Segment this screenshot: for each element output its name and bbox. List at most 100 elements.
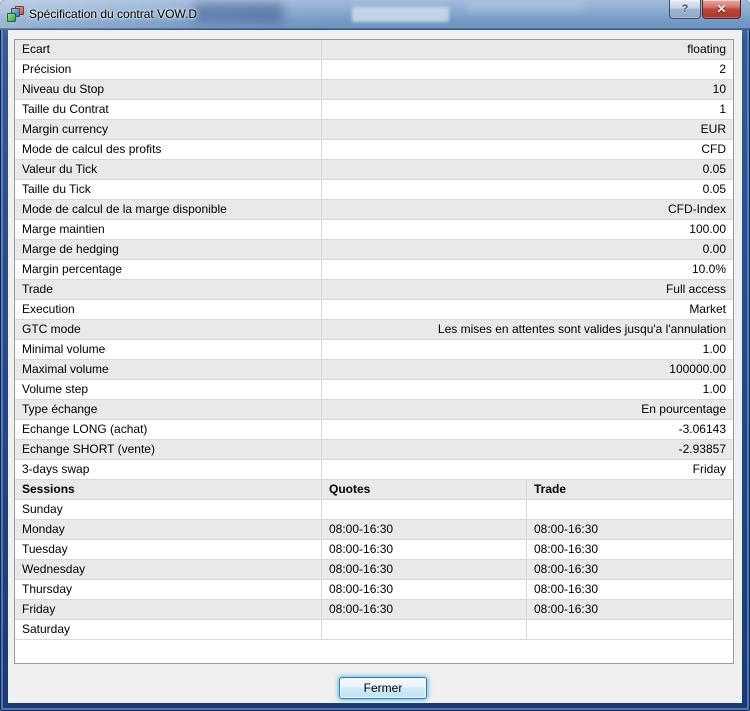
session-quotes: 08:00-16:30 [322, 520, 527, 539]
session-quotes: 08:00-16:30 [322, 600, 527, 619]
property-row: Margin percentage 10.0% [15, 260, 733, 280]
caption-buttons: ? ✕ [669, 0, 741, 20]
property-value: 0.05 [702, 182, 726, 196]
session-row: Monday 08:00-16:30 08:00-16:30 [15, 520, 733, 540]
property-label: Margin currency [15, 120, 322, 139]
property-row: Minimal volume 1.00 [15, 340, 733, 360]
property-label: Taille du Contrat [15, 100, 322, 119]
property-value: Market [689, 302, 726, 316]
property-value: -3.06143 [678, 422, 726, 436]
property-label: Margin percentage [15, 260, 322, 279]
property-label: Maximal volume [15, 360, 322, 379]
session-quotes [322, 500, 527, 519]
property-label: Type échange [15, 400, 322, 419]
titlebar[interactable]: Spécification du contrat VOW.D ? ✕ [0, 0, 750, 30]
session-day: Monday [15, 520, 322, 539]
window-title: Spécification du contrat VOW.D [29, 7, 198, 21]
property-label: Execution [15, 300, 322, 319]
property-label: Echange LONG (achat) [15, 420, 322, 439]
session-row: Wednesday 08:00-16:30 08:00-16:30 [15, 560, 733, 580]
property-label: Valeur du Tick [15, 160, 322, 179]
property-row: Taille du Tick 0.05 [15, 180, 733, 200]
session-trade: 08:00-16:30 [534, 602, 599, 616]
property-value: CFD-Index [667, 202, 726, 216]
property-value: 10 [712, 82, 726, 96]
session-day: Saturday [15, 620, 322, 639]
session-trade [527, 620, 733, 639]
property-row: Valeur du Tick 0.05 [15, 160, 733, 180]
property-row: Echange LONG (achat) -3.06143 [15, 420, 733, 440]
property-label: Echange SHORT (vente) [15, 440, 322, 459]
quotes-header: Quotes [322, 480, 527, 499]
session-day: Friday [15, 600, 322, 619]
property-row: Marge maintien 100.00 [15, 220, 733, 240]
property-label: Mode de calcul de la marge disponible [15, 200, 322, 219]
property-value: Les mises en attentes sont valides jusqu… [437, 322, 726, 336]
property-row: Echange SHORT (vente) -2.93857 [15, 440, 733, 460]
close-icon: ✕ [716, 2, 727, 16]
sessions-header-row: Sessions Quotes Trade [15, 480, 733, 500]
property-label: Ecart [15, 40, 322, 59]
property-value: CFD [701, 142, 726, 156]
property-row: Type échange En pourcentage [15, 400, 733, 420]
green-cube-icon [7, 13, 16, 22]
property-value: 0.05 [702, 162, 726, 176]
property-value: 100000.00 [669, 362, 726, 376]
help-button[interactable]: ? [669, 0, 701, 19]
property-value: Friday [692, 462, 726, 476]
session-quotes: 08:00-16:30 [322, 540, 527, 559]
property-value: 10.0% [691, 262, 726, 276]
property-label: Mode de calcul des profits [15, 140, 322, 159]
property-value: 1.00 [702, 382, 726, 396]
property-label: Taille du Tick [15, 180, 322, 199]
session-row: Friday 08:00-16:30 08:00-16:30 [15, 600, 733, 620]
property-label: Marge de hedging [15, 240, 322, 259]
property-label: Minimal volume [15, 340, 322, 359]
property-label: Niveau du Stop [15, 80, 322, 99]
property-row: Taille du Contrat 1 [15, 100, 733, 120]
property-row: Précision 2 [15, 60, 733, 80]
fermer-button[interactable]: Fermer [339, 677, 427, 699]
property-row: Execution Market [15, 300, 733, 320]
property-row: Niveau du Stop 10 [15, 80, 733, 100]
session-trade: 08:00-16:30 [534, 522, 599, 536]
specification-table: Ecart floating Précision 2 Niveau du Stop 10 T… [14, 39, 734, 664]
sessions-header: Sessions [15, 480, 322, 499]
session-day: Wednesday [15, 560, 322, 579]
property-row: Mode de calcul de la marge disponible CFD… [15, 200, 733, 220]
session-quotes: 08:00-16:30 [322, 560, 527, 579]
property-row: Marge de hedging 0.00 [15, 240, 733, 260]
close-button[interactable]: ✕ [702, 0, 741, 19]
property-value: 100.00 [689, 222, 726, 236]
session-day: Thursday [15, 580, 322, 599]
property-value: 0.00 [702, 242, 726, 256]
session-trade: 08:00-16:30 [534, 542, 599, 556]
property-label: Volume step [15, 380, 322, 399]
property-value: floating [687, 42, 726, 56]
property-row: Volume step 1.00 [15, 380, 733, 400]
contract-specification-dialog: Spécification du contrat VOW.D ? ✕ Ecart… [0, 0, 750, 711]
session-row: Thursday 08:00-16:30 08:00-16:30 [15, 580, 733, 600]
property-value: -2.93857 [678, 442, 726, 456]
property-row: Maximal volume 100000.00 [15, 360, 733, 380]
trade-header: Trade [534, 482, 567, 496]
session-trade: 08:00-16:30 [534, 582, 599, 596]
dialog-client-area: Ecart floating Précision 2 Niveau du Stop 10 T… [8, 30, 742, 703]
help-icon: ? [681, 3, 689, 15]
session-row: Saturday [15, 620, 733, 640]
session-trade: 08:00-16:30 [534, 562, 599, 576]
property-row: Mode de calcul des profits CFD [15, 140, 733, 160]
property-label: Trade [15, 280, 322, 299]
property-value: 1 [719, 102, 726, 116]
session-day: Tuesday [15, 540, 322, 559]
session-row: Tuesday 08:00-16:30 08:00-16:30 [15, 540, 733, 560]
session-day: Sunday [15, 500, 322, 519]
property-label: Précision [15, 60, 322, 79]
property-row: Ecart floating [15, 40, 733, 60]
property-label: 3-days swap [15, 460, 322, 479]
session-quotes [322, 620, 527, 639]
property-row: Trade Full access [15, 280, 733, 300]
session-trade [527, 500, 733, 519]
session-quotes: 08:00-16:30 [322, 580, 527, 599]
property-row: Margin currency EUR [15, 120, 733, 140]
